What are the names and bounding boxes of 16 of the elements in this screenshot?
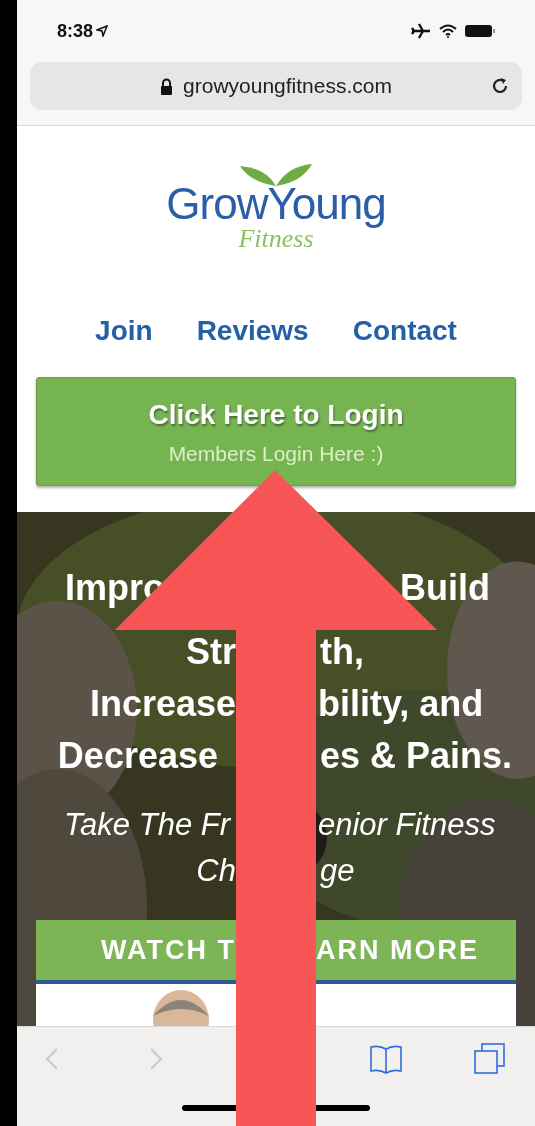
bookmarks-icon[interactable] (369, 1044, 403, 1074)
url-text: growyoungfitness.com (183, 73, 392, 100)
status-time: 8:38 (57, 19, 94, 43)
nav-link[interactable]: Contact (352, 310, 457, 352)
reload-icon[interactable] (490, 76, 510, 96)
logo-tagline: Fitness (238, 226, 314, 252)
tabs-icon[interactable] (473, 1042, 507, 1076)
address-bar[interactable]: growyoungfitness.com (30, 62, 522, 110)
lock-icon (160, 77, 174, 95)
nav-link[interactable]: Reviews (196, 310, 309, 352)
location-icon (96, 25, 109, 37)
airplane-icon (411, 23, 431, 39)
battery-icon (465, 25, 495, 37)
logo-wordmark: GrowYoung (166, 182, 386, 226)
nav-link[interactable]: Join (95, 310, 153, 352)
wifi-icon (439, 24, 457, 38)
